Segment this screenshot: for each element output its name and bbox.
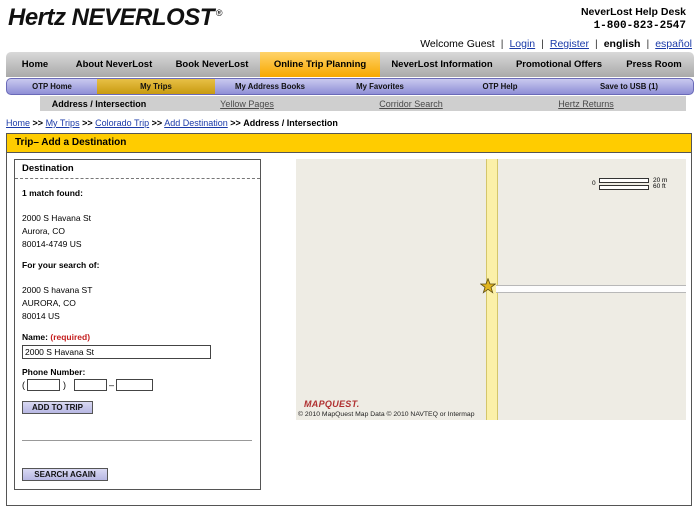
crumb-colorado-trip[interactable]: Colorado Trip [95,118,149,128]
name-input[interactable]: 2000 S Havana St [22,345,211,359]
crumb-my-trips[interactable]: My Trips [46,118,80,128]
main-nav: Home About NeverLost Book NeverLost Onli… [6,52,694,77]
help-desk: NeverLost Help Desk 1-800-823-2547 [581,5,686,33]
search-address-line3: 80014 US [22,311,60,321]
welcome-text: Welcome Guest [420,38,495,50]
hertz-neverlost-logo[interactable]: Hertz NEVERLOST ® [8,4,223,32]
logo-text: Hertz NEVERLOST [8,4,214,31]
search-label: For your search of: [22,260,100,270]
required-marker: (required) [50,332,91,342]
phone-prefix-input[interactable] [74,379,107,391]
subnav-otp-home[interactable]: OTP Home [7,79,97,94]
logo-registered-mark: ® [215,8,223,18]
map-view[interactable]: 0 20 m 60 ft MAPQUEST. © 2010 MapQuest M… [296,159,686,420]
sub-nav: OTP Home My Trips My Address Books My Fa… [6,78,694,95]
phone-line-input[interactable] [116,379,154,391]
nav-press-room[interactable]: Press Room [614,52,694,77]
phone-label: Phone Number: [22,367,86,377]
subnav-my-trips[interactable]: My Trips [97,79,215,94]
result-address-line3: 80014-4749 US [22,239,82,249]
breadcrumb: Home >> My Trips >> Colorado Trip >> Add… [6,118,338,128]
nav-book-neverlost[interactable]: Book NeverLost [164,52,260,77]
nav-about-neverlost[interactable]: About NeverLost [64,52,164,77]
nav-home[interactable]: Home [6,52,64,77]
language-spanish-link[interactable]: español [655,38,692,50]
subnav-my-favorites[interactable]: My Favorites [325,79,435,94]
name-label: Name: (required) [22,332,91,342]
nav-neverlost-information[interactable]: NeverLost Information [380,52,504,77]
register-link[interactable]: Register [550,38,589,50]
map-scale: 0 20 m 60 ft [592,177,668,190]
panel-title: Trip– Add a Destination [7,134,691,153]
road-horizontal [496,285,686,293]
welcome-bar: Welcome Guest | Login | Register | english | esp… [420,38,692,50]
subnav-save-to-usb[interactable]: Save to USB (1) [565,79,693,94]
language-english: english [603,38,641,50]
phone-number-fields: ( ) – [22,379,154,391]
tab-corridor-search[interactable]: Corridor Search [336,96,486,111]
match-count: 1 match found: [22,188,83,198]
result-address-line2: Aurora, CO [22,226,65,236]
tab-address-intersection[interactable]: Address / Intersection [40,96,158,111]
subnav-my-address-books[interactable]: My Address Books [215,79,325,94]
crumb-add-destination[interactable]: Add Destination [164,118,228,128]
help-desk-phone: 1-800-823-2547 [593,20,686,32]
tab-yellow-pages[interactable]: Yellow Pages [158,96,336,111]
destination-box: Destination 1 match found: 2000 S Havana… [14,159,261,490]
divider [22,440,252,441]
destination-title: Destination [15,160,260,179]
search-again-button[interactable]: SEARCH AGAIN [22,468,108,481]
add-to-trip-button[interactable]: ADD TO TRIP [22,401,93,414]
nav-promotional-offers[interactable]: Promotional Offers [504,52,614,77]
crumb-current: Address / Intersection [243,118,338,128]
search-address-line1: 2000 S havana ST [22,285,93,295]
nav-online-trip-planning[interactable]: Online Trip Planning [260,52,380,77]
search-address-line2: AURORA, CO [22,298,76,308]
search-type-nav: Address / Intersection Yellow Pages Corr… [40,96,686,111]
login-link[interactable]: Login [509,38,535,50]
map-copyright: © 2010 MapQuest Map Data © 2010 NAVTEQ o… [298,411,475,418]
mapquest-logo: MAPQUEST. [304,399,360,409]
tab-hertz-returns[interactable]: Hertz Returns [486,96,686,111]
phone-area-code-input[interactable] [27,379,60,391]
result-address-line1: 2000 S Havana St [22,213,91,223]
crumb-home[interactable]: Home [6,118,30,128]
help-desk-title: NeverLost Help Desk [580,6,686,18]
subnav-otp-help[interactable]: OTP Help [435,79,565,94]
location-star-marker-icon[interactable] [480,278,496,294]
